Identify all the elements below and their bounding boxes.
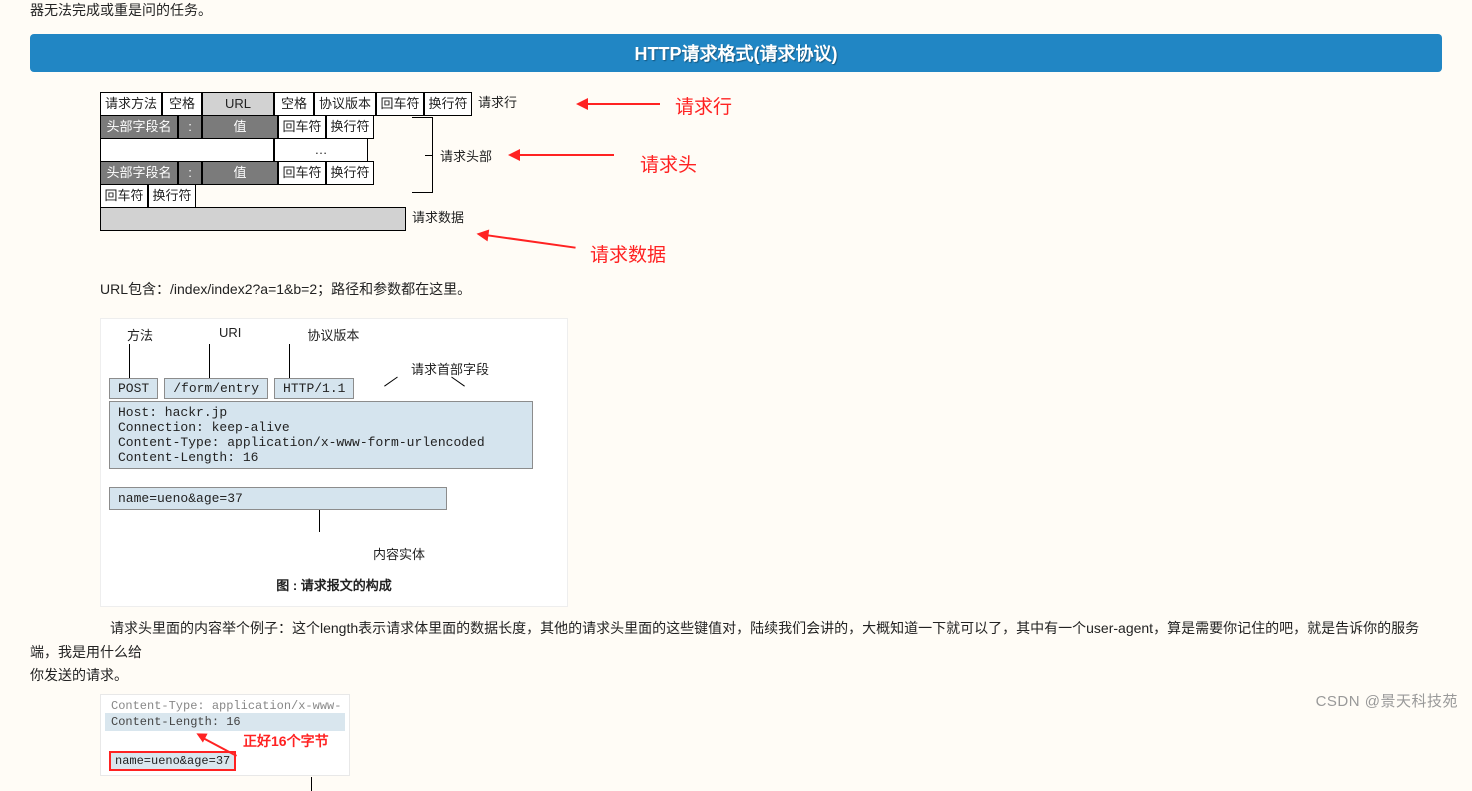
d3-headers: Content-Length: 16 [105, 713, 345, 731]
d2-headers-block: Host: hackr.jp Connection: keep-alive Co… [109, 401, 533, 469]
d2-uri: /form/entry [164, 378, 268, 399]
cell-cr-2: 回车符 [278, 115, 326, 139]
d2-body-label: 内容实体 [229, 544, 569, 563]
cell-colon-1: : [178, 115, 202, 139]
d2-connector-3 [289, 344, 290, 378]
annot-request-header: 请求头 [640, 150, 697, 177]
annot-request-data: 请求数据 [590, 240, 666, 267]
arrow-line [580, 103, 660, 105]
url-note: URL包含：/index/index2?a=1&b=2；路径和参数都在这里。 [100, 278, 1442, 302]
d2-label-uri: URI [219, 325, 241, 344]
http-request-format-diagram: 请求方法 空格 URL 空格 协议版本 回车符 换行符 请求行 头部字段名 : … [100, 92, 900, 262]
cell-cr-4: 回车符 [100, 184, 148, 208]
d2-connector-2 [209, 344, 210, 378]
cell-lf-1: 换行符 [424, 92, 472, 116]
paragraph-header-example-b: 你发送的请求。 [30, 664, 1442, 688]
cell-url: URL [202, 92, 274, 116]
header-bracket [412, 117, 433, 193]
d2-method: POST [109, 378, 158, 399]
d2-label-proto: 协议版本 [307, 325, 359, 344]
cell-cr-3: 回车符 [278, 161, 326, 185]
d3-cut-line: Content-Type: application/x-www- [105, 699, 345, 713]
d2-caption: 图 : 请求报文的构成 [109, 575, 559, 594]
cell-dots-left [100, 138, 274, 162]
cell-space-1: 空格 [162, 92, 202, 116]
cell-value-2: 值 [202, 161, 278, 185]
paragraph-header-example-a: 请求头里面的内容举个例子：这个length表示请求体里面的数据长度，其他的请求头… [30, 617, 1442, 665]
req-line-suffix: 请求行 [472, 92, 517, 114]
d2-body-tick [319, 510, 320, 532]
cell-cr-1: 回车符 [376, 92, 424, 116]
request-message-composition: 方法 URI 协议版本 请求首部字段 POST /form/entry HTTP… [100, 318, 568, 607]
cell-header-name-1: 头部字段名 [100, 115, 178, 139]
section-banner: HTTP请求格式(请求协议) [30, 34, 1442, 72]
cell-body [100, 207, 406, 231]
cell-lf-3: 换行符 [326, 161, 374, 185]
arrow-header [512, 154, 614, 156]
cell-dots: … [274, 138, 368, 162]
cell-space-2: 空格 [274, 92, 314, 116]
d3-tick [311, 777, 312, 791]
d2-connector-1 [129, 344, 130, 378]
d2-label-headerfields: 请求首部字段 [411, 359, 489, 378]
d2-label-method: 方法 [127, 325, 153, 344]
d2-body-block: name=ueno&age=37 [109, 487, 447, 510]
d3-body: name=ueno&age=37 [109, 751, 236, 771]
header-bracket-label: 请求头部 [440, 146, 492, 165]
annot-request-line: 请求行 [675, 92, 732, 119]
d3-annotation: 正好16个字节 [243, 731, 329, 751]
cell-method: 请求方法 [100, 92, 162, 116]
truncated-line-top: 器无法完成或重是问的任务。 [0, 0, 1472, 20]
body-label: 请求数据 [406, 207, 464, 229]
arrow-data [480, 233, 575, 248]
cell-protocol: 协议版本 [314, 92, 376, 116]
cell-lf-2: 换行符 [326, 115, 374, 139]
cell-colon-2: : [178, 161, 202, 185]
d2-proto: HTTP/1.1 [274, 378, 354, 399]
sixteen-bytes-diagram: Content-Type: application/x-www- Content… [100, 694, 350, 776]
cell-lf-4: 换行符 [148, 184, 196, 208]
watermark: CSDN @景天科技苑 [1316, 690, 1458, 711]
cell-header-name-2: 头部字段名 [100, 161, 178, 185]
cell-value-1: 值 [202, 115, 278, 139]
